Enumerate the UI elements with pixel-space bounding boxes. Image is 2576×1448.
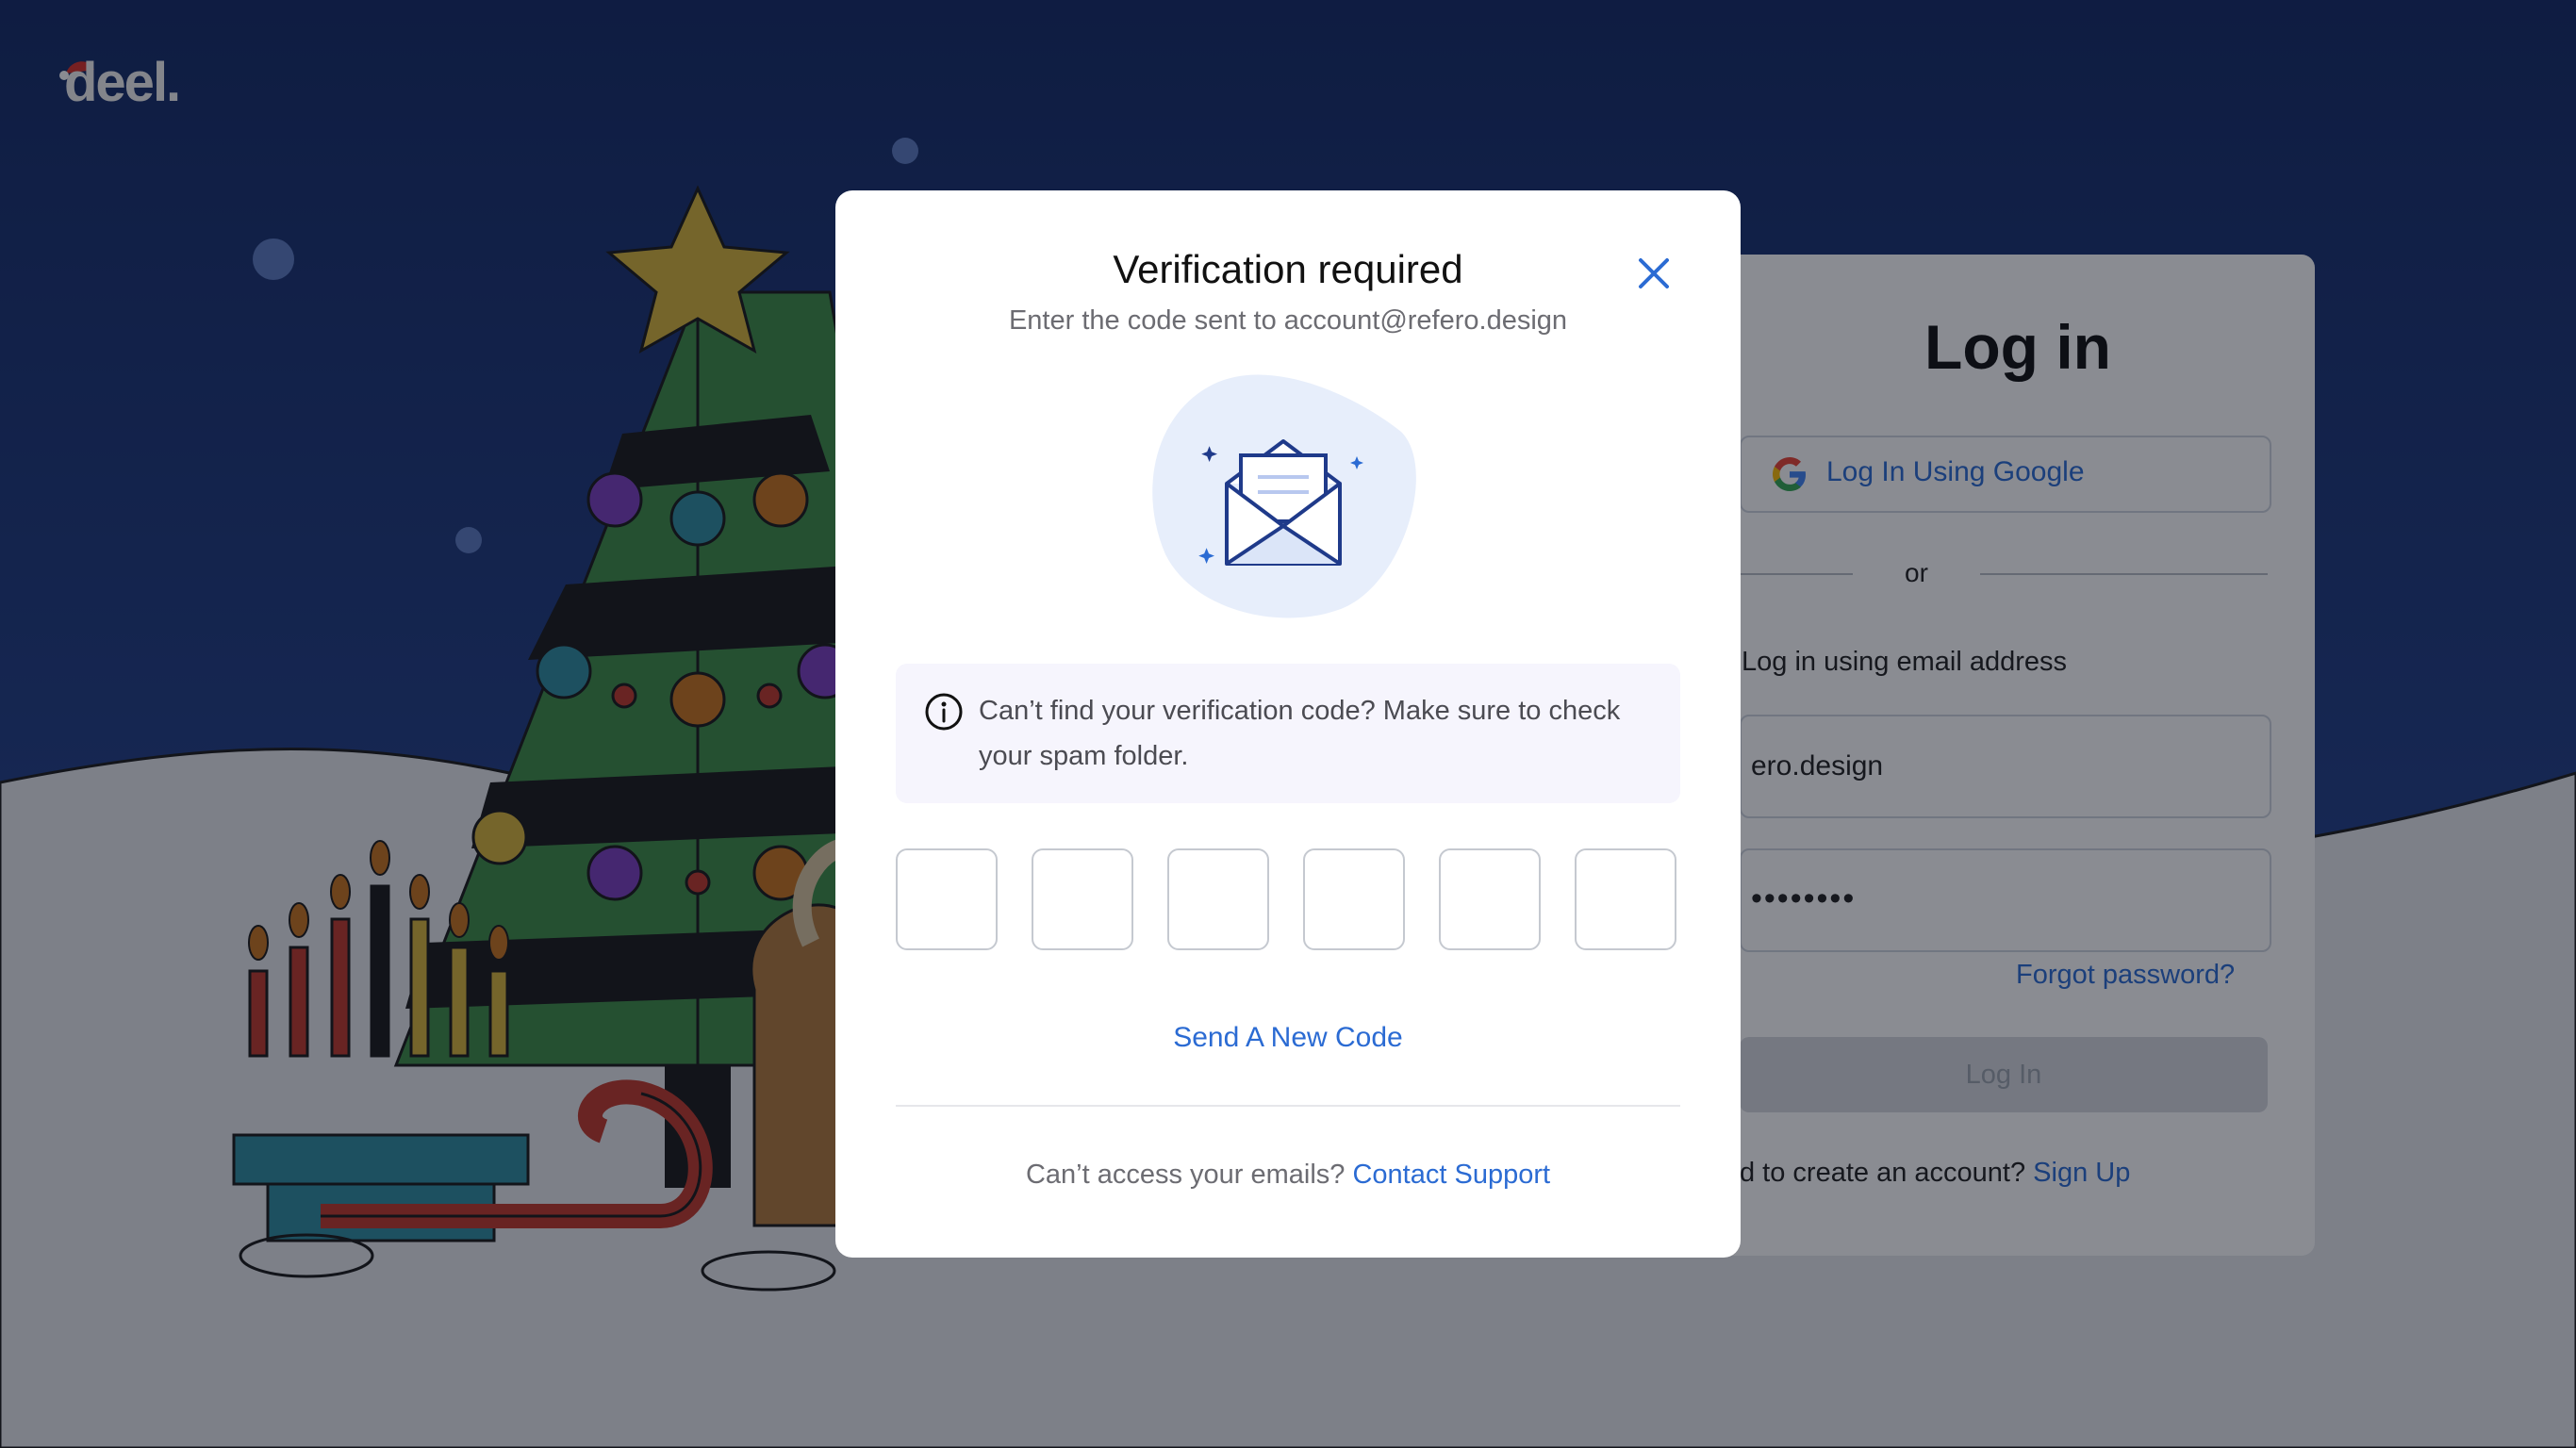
- contact-support-link[interactable]: Contact Support: [1352, 1160, 1550, 1190]
- info-icon: [925, 693, 963, 731]
- modal-divider: [896, 1105, 1680, 1107]
- modal-title: Verification required: [1113, 247, 1463, 291]
- send-new-code-link[interactable]: Send A New Code: [835, 1022, 1741, 1054]
- notice-text: Can’t find your verification code? Make …: [979, 696, 1621, 771]
- open-envelope-icon: [1152, 374, 1416, 618]
- modal-subtitle: Enter the code sent to account@refero.de…: [1008, 305, 1568, 336]
- code-digit-4[interactable]: [1303, 848, 1405, 950]
- code-digit-6[interactable]: [1575, 848, 1676, 950]
- verification-modal: Verification required Enter the code sen…: [835, 190, 1741, 1258]
- verification-code-inputs: [896, 848, 1680, 954]
- code-digit-3[interactable]: [1167, 848, 1269, 950]
- page: deel. Log in Log In Using Google or Log …: [0, 0, 2576, 1448]
- code-digit-5[interactable]: [1439, 848, 1541, 950]
- spam-folder-notice: Can’t find your verification code? Make …: [896, 664, 1680, 803]
- support-prompt-text: Can’t access your emails?: [1025, 1160, 1346, 1190]
- support-prompt: Can’t access your emails? Contact Suppor…: [835, 1160, 1741, 1191]
- code-digit-2[interactable]: [1032, 848, 1133, 950]
- close-icon[interactable]: [1627, 247, 1680, 300]
- code-digit-1[interactable]: [896, 848, 998, 950]
